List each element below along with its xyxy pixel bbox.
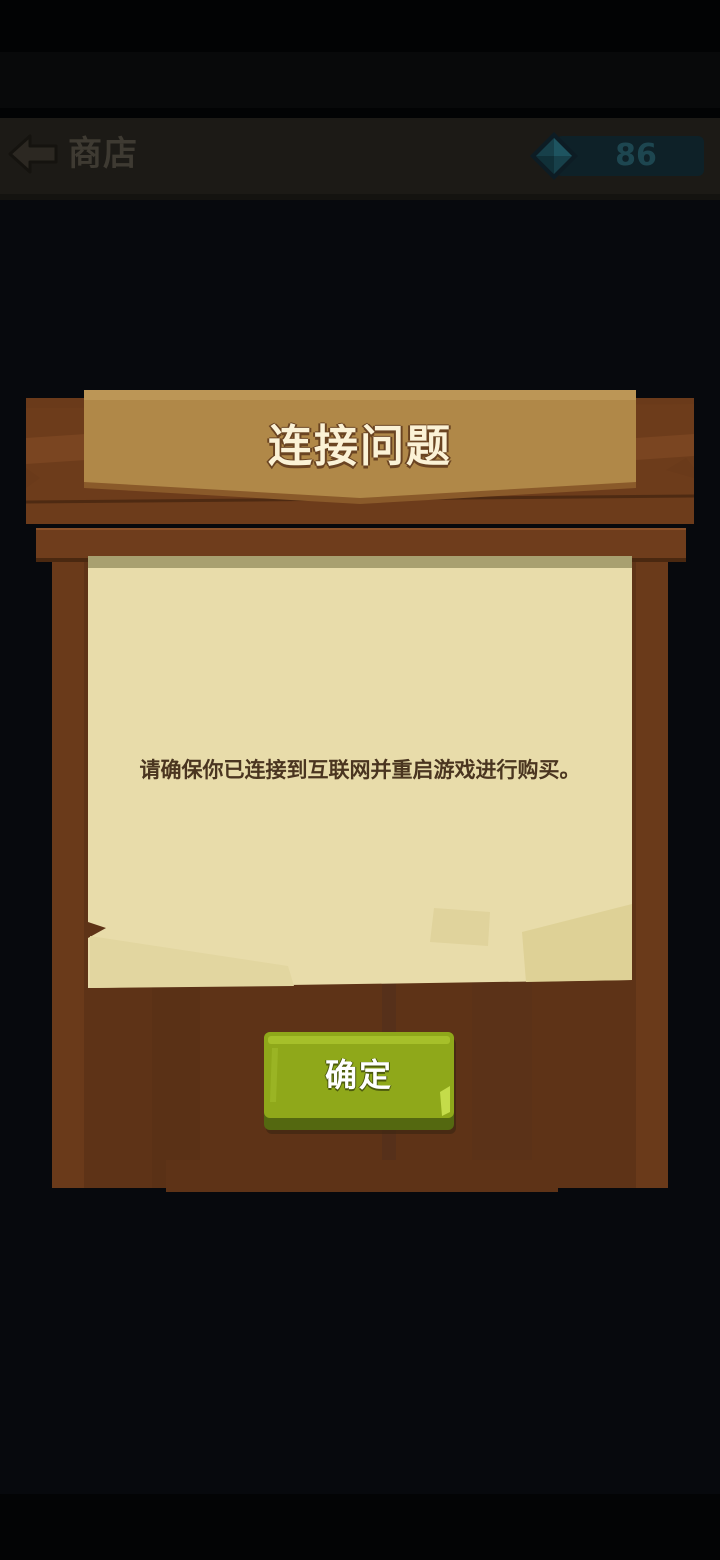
wood-plank bbox=[52, 540, 84, 1188]
bottom-bar-background bbox=[0, 1494, 720, 1560]
connection-dialog: 连接问题 请确保你已连接到互联网并重启游戏进行购买。 确定 bbox=[25, 390, 695, 1194]
wood-plank bbox=[636, 540, 668, 1188]
dialog-message: 请确保你已连接到互联网并重启游戏进行购买。 bbox=[139, 758, 581, 782]
back-button[interactable] bbox=[8, 132, 60, 176]
confirm-button[interactable]: 确定 bbox=[264, 1032, 458, 1136]
top-bar-stripe bbox=[0, 52, 720, 108]
dialog-paper: 请确保你已连接到互联网并重启游戏进行购买。 bbox=[88, 556, 632, 990]
gem-icon bbox=[530, 132, 578, 180]
back-arrow-icon bbox=[8, 134, 58, 174]
shop-header: 商店 86 bbox=[0, 118, 720, 200]
gem-counter: 86 bbox=[528, 130, 706, 182]
gem-count: 86 bbox=[615, 138, 657, 173]
game-screen: 商店 86 连接问题 请确保你已连接到互联网并重启游戏进行购买。 确定 bbox=[0, 0, 720, 1560]
dialog-wood-notch bbox=[166, 1160, 558, 1192]
page-title: 商店 bbox=[68, 134, 138, 174]
dialog-title: 连接问题 bbox=[268, 421, 452, 472]
top-bar-background bbox=[0, 0, 720, 118]
confirm-label: 确定 bbox=[324, 1056, 393, 1094]
dialog-title-plate: 连接问题 bbox=[84, 390, 636, 508]
